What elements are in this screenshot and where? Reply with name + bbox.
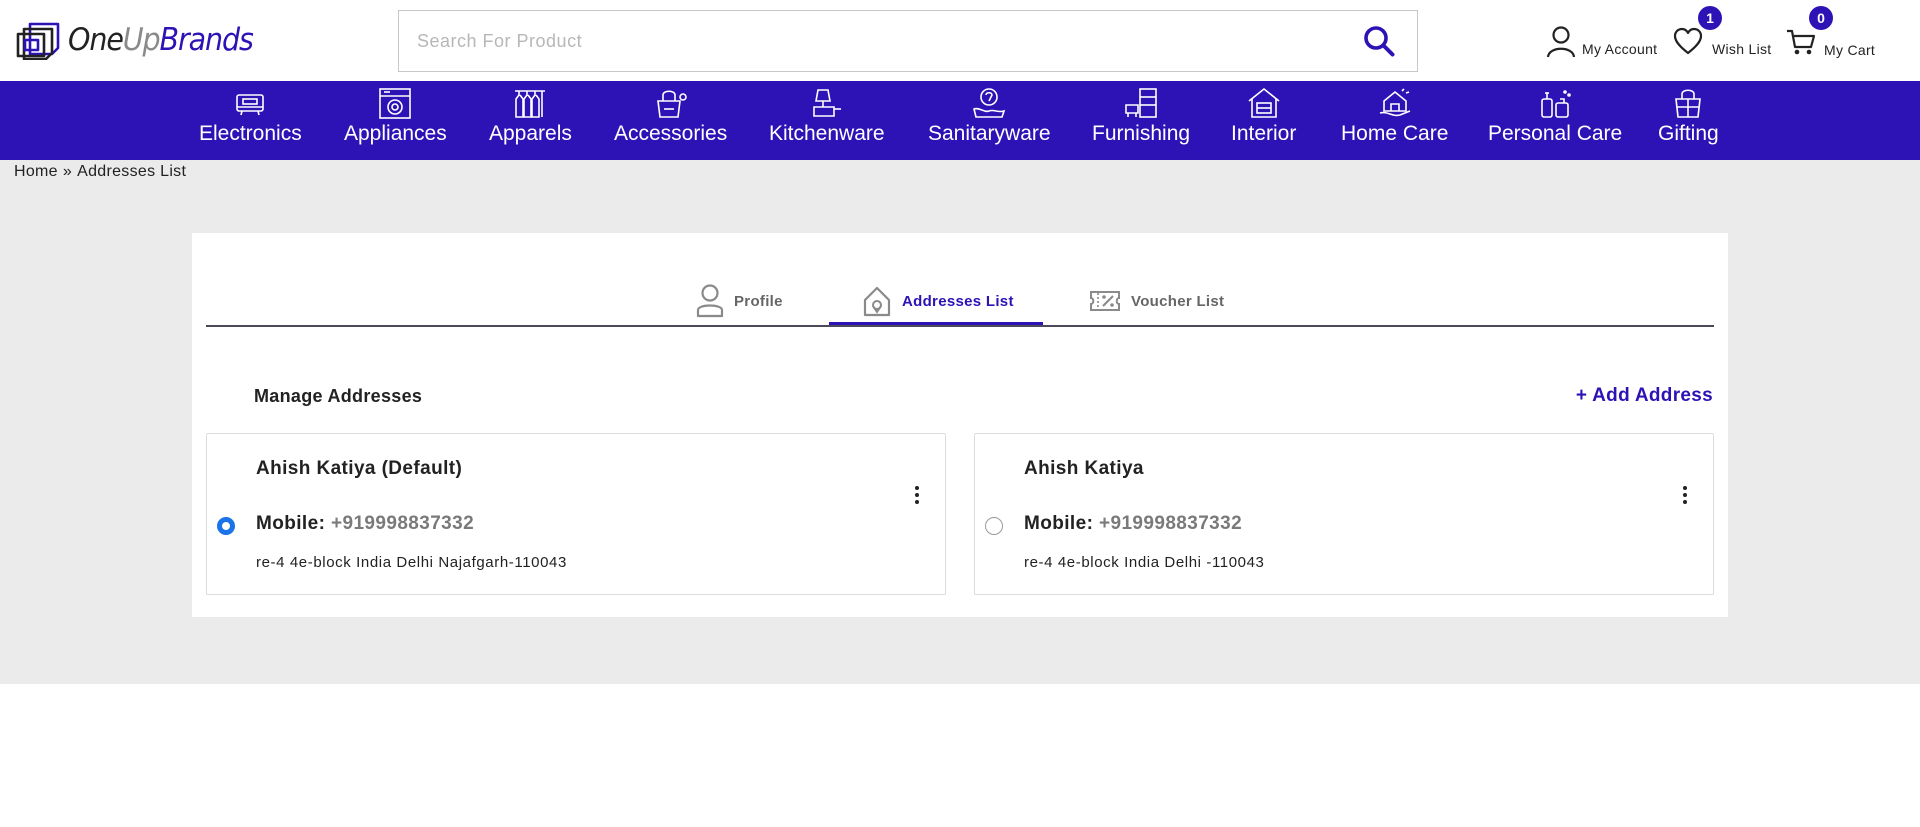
nav-label: Accessories xyxy=(614,122,728,145)
address-mobile: Mobile: +919998837332 xyxy=(1024,513,1242,535)
nav-label: Apparels xyxy=(489,122,572,145)
address-radio[interactable] xyxy=(985,517,1003,535)
sanitary-icon xyxy=(973,88,1006,118)
logo-text: OneUpBrands xyxy=(68,22,254,58)
nav-label: Electronics xyxy=(199,122,302,145)
nav-label: Gifting xyxy=(1658,122,1719,145)
cart-count-badge: 0 xyxy=(1809,6,1833,30)
tab-voucher-list[interactable]: Voucher List xyxy=(1089,278,1224,324)
nav-label: Furnishing xyxy=(1092,122,1191,145)
furniture-icon xyxy=(1125,88,1157,118)
cart-icon xyxy=(1787,29,1816,55)
nav-home-care[interactable]: Home Care xyxy=(1341,81,1448,160)
address-mobile: Mobile: +919998837332 xyxy=(256,513,474,535)
washing-machine-icon xyxy=(379,88,412,119)
mobile-label: Mobile: xyxy=(256,513,326,534)
category-nav: Electronics Appliances Apparels Accessor… xyxy=(0,81,1920,160)
interior-house-icon xyxy=(1248,87,1280,118)
nav-accessories[interactable]: Accessories xyxy=(614,81,727,160)
logo-icon xyxy=(16,22,60,60)
nav-apparels[interactable]: Apparels xyxy=(489,81,572,160)
mobile-value: +919998837332 xyxy=(1098,513,1243,534)
mobile-label: Mobile: xyxy=(1024,513,1094,534)
breadcrumb: Home » Addresses List xyxy=(14,163,186,181)
account-card: Profile Addresses List Voucher List Mana… xyxy=(192,233,1728,617)
nav-label: Personal Care xyxy=(1488,122,1623,145)
electronics-icon xyxy=(236,94,265,116)
search-input[interactable] xyxy=(417,11,1317,71)
add-address-button[interactable]: + Add Address xyxy=(1576,385,1713,407)
search-icon[interactable] xyxy=(1363,25,1395,57)
wishlist-label: Wish List xyxy=(1712,41,1772,57)
address-name: Ahish Katiya xyxy=(1024,458,1144,479)
mobile-value: +919998837332 xyxy=(330,513,475,534)
user-icon xyxy=(1546,26,1576,58)
address-line: re-4 4e-block India Delhi Najafgarh-1100… xyxy=(256,554,567,571)
more-options-icon[interactable] xyxy=(1679,484,1691,506)
personal-care-icon xyxy=(1541,90,1571,118)
my-account-label: My Account xyxy=(1582,41,1658,57)
nav-kitchenware[interactable]: Kitchenware xyxy=(769,81,885,160)
tab-label: Profile xyxy=(734,292,783,310)
nav-electronics[interactable]: Electronics xyxy=(199,81,302,160)
breadcrumb-separator: » xyxy=(62,163,73,180)
nav-sanitaryware[interactable]: Sanitaryware xyxy=(928,81,1051,160)
my-account-link[interactable]: My Account xyxy=(1546,26,1657,58)
address-radio-selected[interactable] xyxy=(217,517,235,535)
cart-link[interactable]: My Cart xyxy=(1786,26,1875,58)
wishlist-link[interactable]: Wish List xyxy=(1673,25,1772,57)
address-card[interactable]: Ahish Katiya (Default) Mobile: +91999883… xyxy=(206,433,946,595)
breadcrumb-home[interactable]: Home xyxy=(14,163,58,181)
heart-icon xyxy=(1673,27,1703,55)
tab-label: Voucher List xyxy=(1131,292,1225,310)
nav-label: Home Care xyxy=(1341,122,1449,145)
brand-logo[interactable]: OneUpBrands xyxy=(16,18,269,62)
address-card[interactable]: Ahish Katiya Mobile: +919998837332 re-4 … xyxy=(974,433,1714,595)
home-care-icon xyxy=(1379,88,1410,117)
breadcrumb-current: Addresses List xyxy=(77,163,187,180)
search-bar xyxy=(398,10,1418,72)
voucher-icon xyxy=(1090,291,1120,311)
profile-icon xyxy=(696,284,724,318)
nav-label: Interior xyxy=(1231,122,1297,145)
tabs-divider xyxy=(206,325,1714,327)
nav-label: Kitchenware xyxy=(769,122,885,145)
site-header: OneUpBrands My Account Wish List 1 My Ca… xyxy=(0,0,1920,81)
gift-bag-icon xyxy=(1675,89,1702,118)
wishlist-count-badge: 1 xyxy=(1698,6,1722,30)
more-options-icon[interactable] xyxy=(911,484,923,506)
section-title: Manage Addresses xyxy=(254,386,423,406)
nav-interior[interactable]: Interior xyxy=(1231,81,1296,160)
nav-furnishing[interactable]: Furnishing xyxy=(1092,81,1190,160)
nav-label: Appliances xyxy=(344,122,447,145)
tab-addresses-list[interactable]: Addresses List xyxy=(862,278,1014,324)
nav-label: Sanitaryware xyxy=(928,122,1051,145)
nav-personal-care[interactable]: Personal Care xyxy=(1488,81,1622,160)
tab-profile[interactable]: Profile xyxy=(696,278,783,324)
home-address-icon xyxy=(863,286,891,317)
nav-gifting[interactable]: Gifting xyxy=(1658,81,1719,160)
address-line: re-4 4e-block India Delhi -110043 xyxy=(1024,554,1265,571)
apparel-rack-icon xyxy=(515,90,546,118)
cart-label: My Cart xyxy=(1824,42,1876,58)
tab-label: Addresses List xyxy=(902,292,1014,310)
nav-appliances[interactable]: Appliances xyxy=(344,81,447,160)
kitchenware-icon xyxy=(812,89,841,117)
address-name: Ahish Katiya (Default) xyxy=(256,458,463,479)
bag-icon xyxy=(656,90,687,118)
